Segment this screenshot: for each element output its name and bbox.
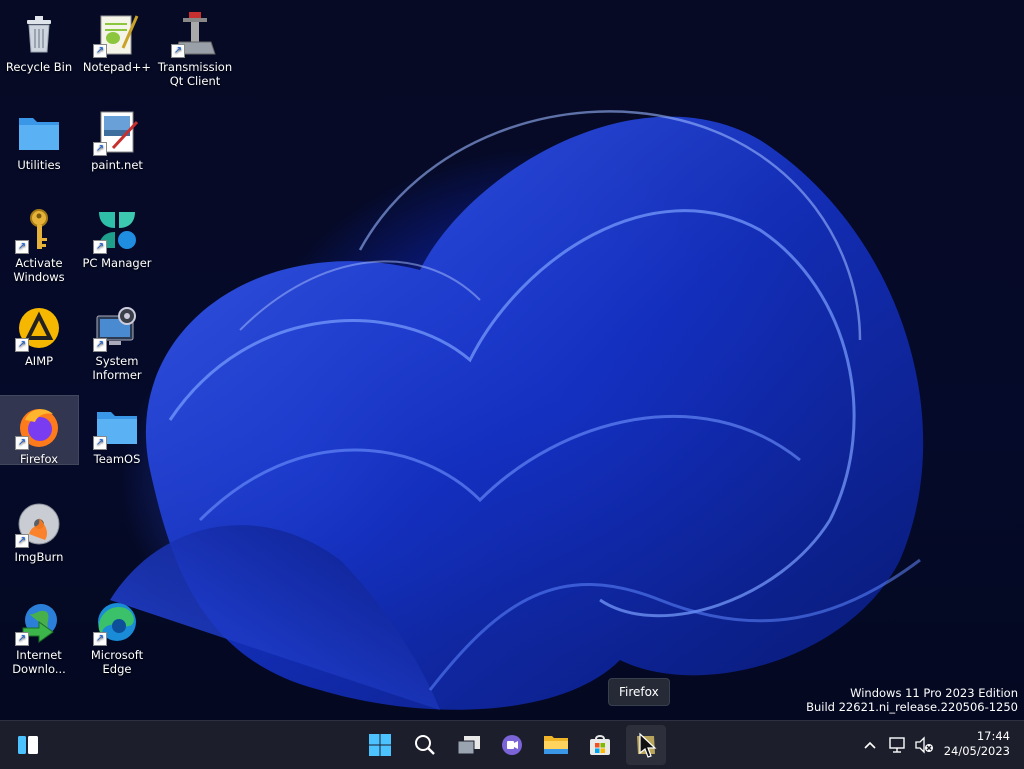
edge-icon: ↗ [93,598,141,646]
microsoft-store-button[interactable] [580,725,620,765]
desktop-icon-internet-download-manager[interactable]: ↗ Internet Downlo... [0,592,78,684]
show-hidden-icons-chevron[interactable] [860,735,880,755]
clock[interactable]: 17:44 24/05/2023 [944,729,1010,759]
desktop-icon-label: Transmission Qt Client [157,60,233,88]
system-informer-icon: ↗ [93,304,141,352]
teams-chat-button[interactable] [492,725,532,765]
network-status-icon[interactable] [888,735,908,755]
imgburn-icon: ↗ [15,500,63,548]
search-icon [415,735,435,755]
desktop-icon-notepad-plus-plus[interactable]: ↗ Notepad++ [78,4,156,96]
desktop-icon-label: Internet Downlo... [12,648,66,676]
volume-muted-icon [915,736,933,754]
chevron-up-icon [864,741,876,749]
desktop-icon-label: Microsoft Edge [90,648,144,676]
shortcut-arrow-icon: ↗ [93,338,107,352]
desktop-icon-imgburn[interactable]: ↗ ImgBurn [0,494,78,586]
start-button[interactable] [360,725,400,765]
widgets-button[interactable] [8,725,48,765]
shortcut-arrow-icon: ↗ [93,240,107,254]
pc-manager-icon: ↗ [93,206,141,254]
shortcut-arrow-icon: ↗ [15,436,29,450]
firefox-pinned-icon [637,732,657,758]
desktop: Recycle Bin Utilities ↗ Activate Windows… [0,0,1024,720]
paint-net-icon: ↗ [93,108,141,156]
desktop-icon-label: Activate Windows [13,256,65,284]
task-view-button[interactable] [449,725,489,765]
desktop-icon-transmission[interactable]: ↗ Transmission Qt Client [156,4,234,96]
firefox-icon: ↗ [15,402,63,450]
firefox-taskbar-button[interactable] [626,725,666,765]
task-view-icon [457,736,480,755]
desktop-icon-label: AIMP [24,354,54,368]
clock-time: 17:44 [976,729,1010,743]
shortcut-arrow-icon: ↗ [15,534,29,548]
globe-download-icon: ↗ [15,598,63,646]
desktop-icon-aimp[interactable]: ↗ AIMP [0,298,78,390]
desktop-icon-label: ImgBurn [14,550,64,564]
shortcut-arrow-icon: ↗ [15,240,29,254]
network-disconnected-icon [889,737,905,753]
edition-text: Windows 11 Pro 2023 Edition [850,686,1018,700]
desktop-icon-firefox[interactable]: ↗ Firefox [0,395,79,466]
desktop-icon-pc-manager[interactable]: ↗ PC Manager [78,200,156,292]
key-icon: ↗ [15,206,63,254]
folder-icon [544,736,568,754]
desktop-icon-label: PC Manager [82,256,152,270]
recycle-bin-icon [15,10,63,58]
taskbar: 17:44 24/05/2023 [0,720,1024,769]
volume-status-icon[interactable] [914,735,934,755]
shortcut-arrow-icon: ↗ [93,436,107,450]
search-button[interactable] [405,725,445,765]
desktop-icon-label: Firefox [19,452,59,466]
shortcut-arrow-icon: ↗ [93,44,107,58]
desktop-icon-label: Utilities [17,158,61,172]
desktop-icon-recycle-bin[interactable]: Recycle Bin [0,4,78,96]
taskbar-tooltip: Firefox [608,678,670,706]
shortcut-arrow-icon: ↗ [15,338,29,352]
desktop-icon-system-informer[interactable]: ↗ System Informer [78,298,156,390]
widgets-icon [18,736,38,754]
folder-icon: ↗ [93,402,141,450]
desktop-icon-label: paint.net [91,158,143,172]
shortcut-arrow-icon: ↗ [171,44,185,58]
desktop-icon-label: System Informer [92,354,142,382]
desktop-icon-activate-windows[interactable]: ↗ Activate Windows [0,200,78,292]
folder-icon [15,108,63,156]
notepad-plus-plus-icon: ↗ [93,10,141,58]
desktop-icon-teamos[interactable]: ↗ TeamOS [78,396,156,488]
desktop-icon-paint-net[interactable]: ↗ paint.net [78,102,156,194]
build-text: Build 22621.ni_release.220506-1250 [806,700,1018,714]
windows-logo-icon [369,734,391,756]
shortcut-arrow-icon: ↗ [15,632,29,646]
transmission-icon: ↗ [171,10,219,58]
file-explorer-button[interactable] [536,725,576,765]
shortcut-arrow-icon: ↗ [93,632,107,646]
desktop-icon-label: Recycle Bin [5,60,73,74]
desktop-icon-utilities[interactable]: Utilities [0,102,78,194]
desktop-icon-label: TeamOS [93,452,141,466]
aimp-icon: ↗ [15,304,63,352]
chat-icon [502,735,522,755]
clock-date: 24/05/2023 [943,744,1010,758]
desktop-icon-label: Notepad++ [82,60,152,74]
shortcut-arrow-icon: ↗ [93,142,107,156]
desktop-icon-microsoft-edge[interactable]: ↗ Microsoft Edge [78,592,156,684]
edition-watermark: Windows 11 Pro 2023 Edition Build 22621.… [806,686,1018,714]
store-icon [590,735,610,755]
